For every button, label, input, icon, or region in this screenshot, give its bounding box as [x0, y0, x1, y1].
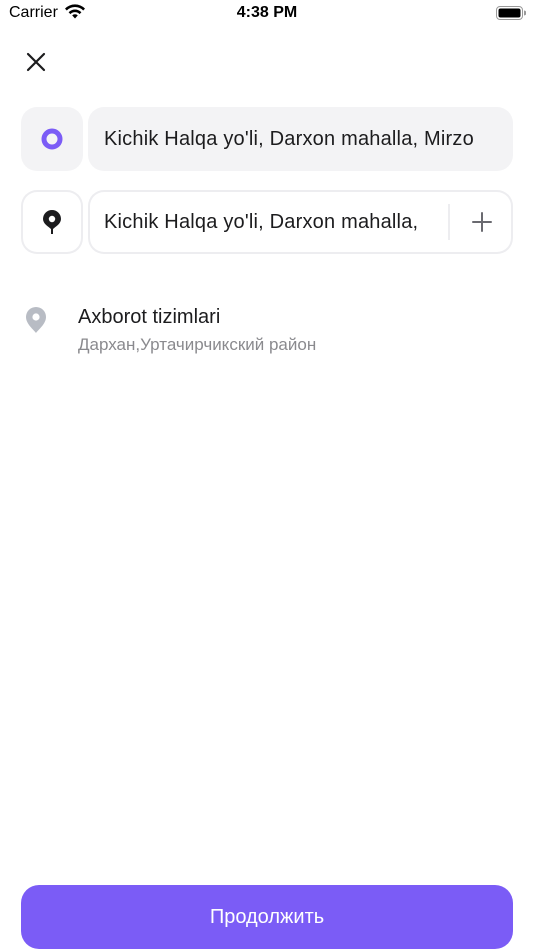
destination-marker: [21, 190, 83, 254]
destination-address-text: Kichik Halqa yo'li, Darxon mahalla,: [104, 210, 419, 233]
close-icon: [26, 52, 46, 72]
suggestion-item[interactable]: Axborot tizimlari Дархан,Уртачирчикский …: [21, 300, 513, 364]
destination-row: Kichik Halqa yo'li, Darxon mahalla,: [21, 190, 513, 254]
origin-address-field[interactable]: Kichik Halqa yo'li, Darxon mahalla, Mirz…: [88, 107, 513, 171]
battery-icon: [496, 6, 526, 20]
suggestion-subtitle: Дархан,Уртачирчикский район: [78, 335, 317, 354]
origin-marker: [21, 107, 83, 171]
origin-address-text: Kichik Halqa yo'li, Darxon mahalla, Mirz…: [104, 127, 474, 150]
status-bar: Carrier 4:38 PM: [0, 0, 534, 28]
add-stop-button[interactable]: [450, 190, 513, 254]
origin-dot-icon: [41, 128, 63, 150]
origin-row: Kichik Halqa yo'li, Darxon mahalla, Mirz…: [21, 107, 513, 171]
continue-button[interactable]: Продолжить: [21, 885, 513, 949]
suggestion-title: Axborot tizimlari: [78, 306, 221, 328]
status-time: 4:38 PM: [236, 4, 298, 21]
route-selection-screen: Carrier 4:38 PM Kichik Halqa yo'li, Darx…: [0, 0, 534, 950]
destination-pin-icon: [43, 210, 61, 234]
location-pin-icon: [26, 307, 46, 333]
close-button[interactable]: [20, 46, 52, 78]
destination-address-field[interactable]: Kichik Halqa yo'li, Darxon mahalla,: [88, 190, 513, 254]
plus-icon: [471, 212, 492, 232]
